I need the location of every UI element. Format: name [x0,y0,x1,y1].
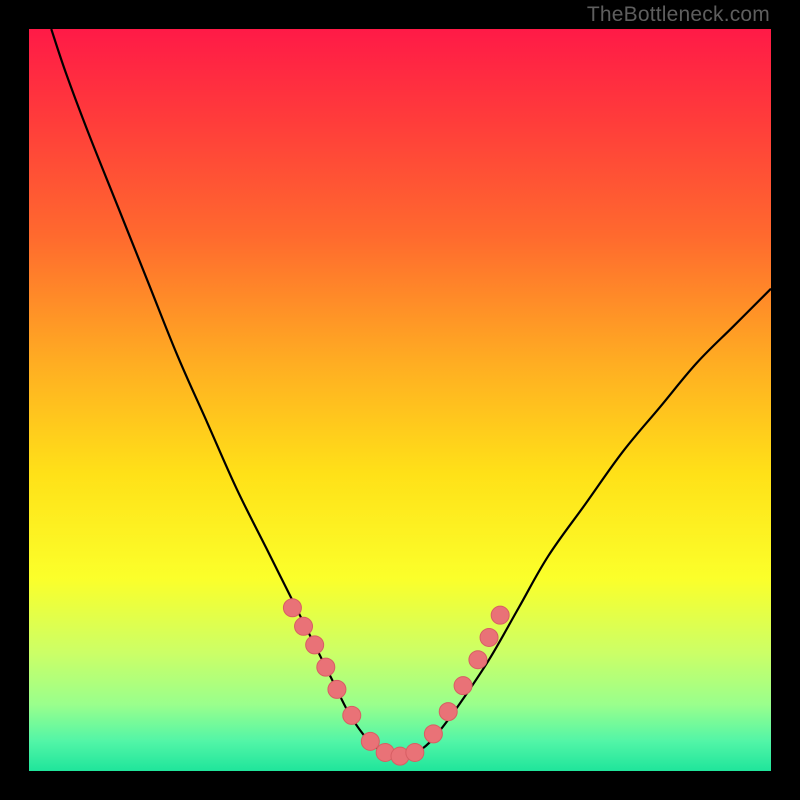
data-marker [361,732,379,750]
data-marker [439,703,457,721]
data-marker [454,677,472,695]
data-marker [469,651,487,669]
plot-area [29,29,771,771]
data-marker [491,606,509,624]
data-marker [406,743,424,761]
data-marker [480,628,498,646]
data-marker [283,599,301,617]
watermark-text: TheBottleneck.com [587,3,770,27]
data-marker [424,725,442,743]
data-marker [317,658,335,676]
data-marker [328,680,346,698]
data-marker [295,617,313,635]
chart-svg [29,29,771,771]
bottleneck-curve [51,29,771,757]
data-marker [306,636,324,654]
chart-frame: TheBottleneck.com [0,0,800,800]
data-marker [343,706,361,724]
